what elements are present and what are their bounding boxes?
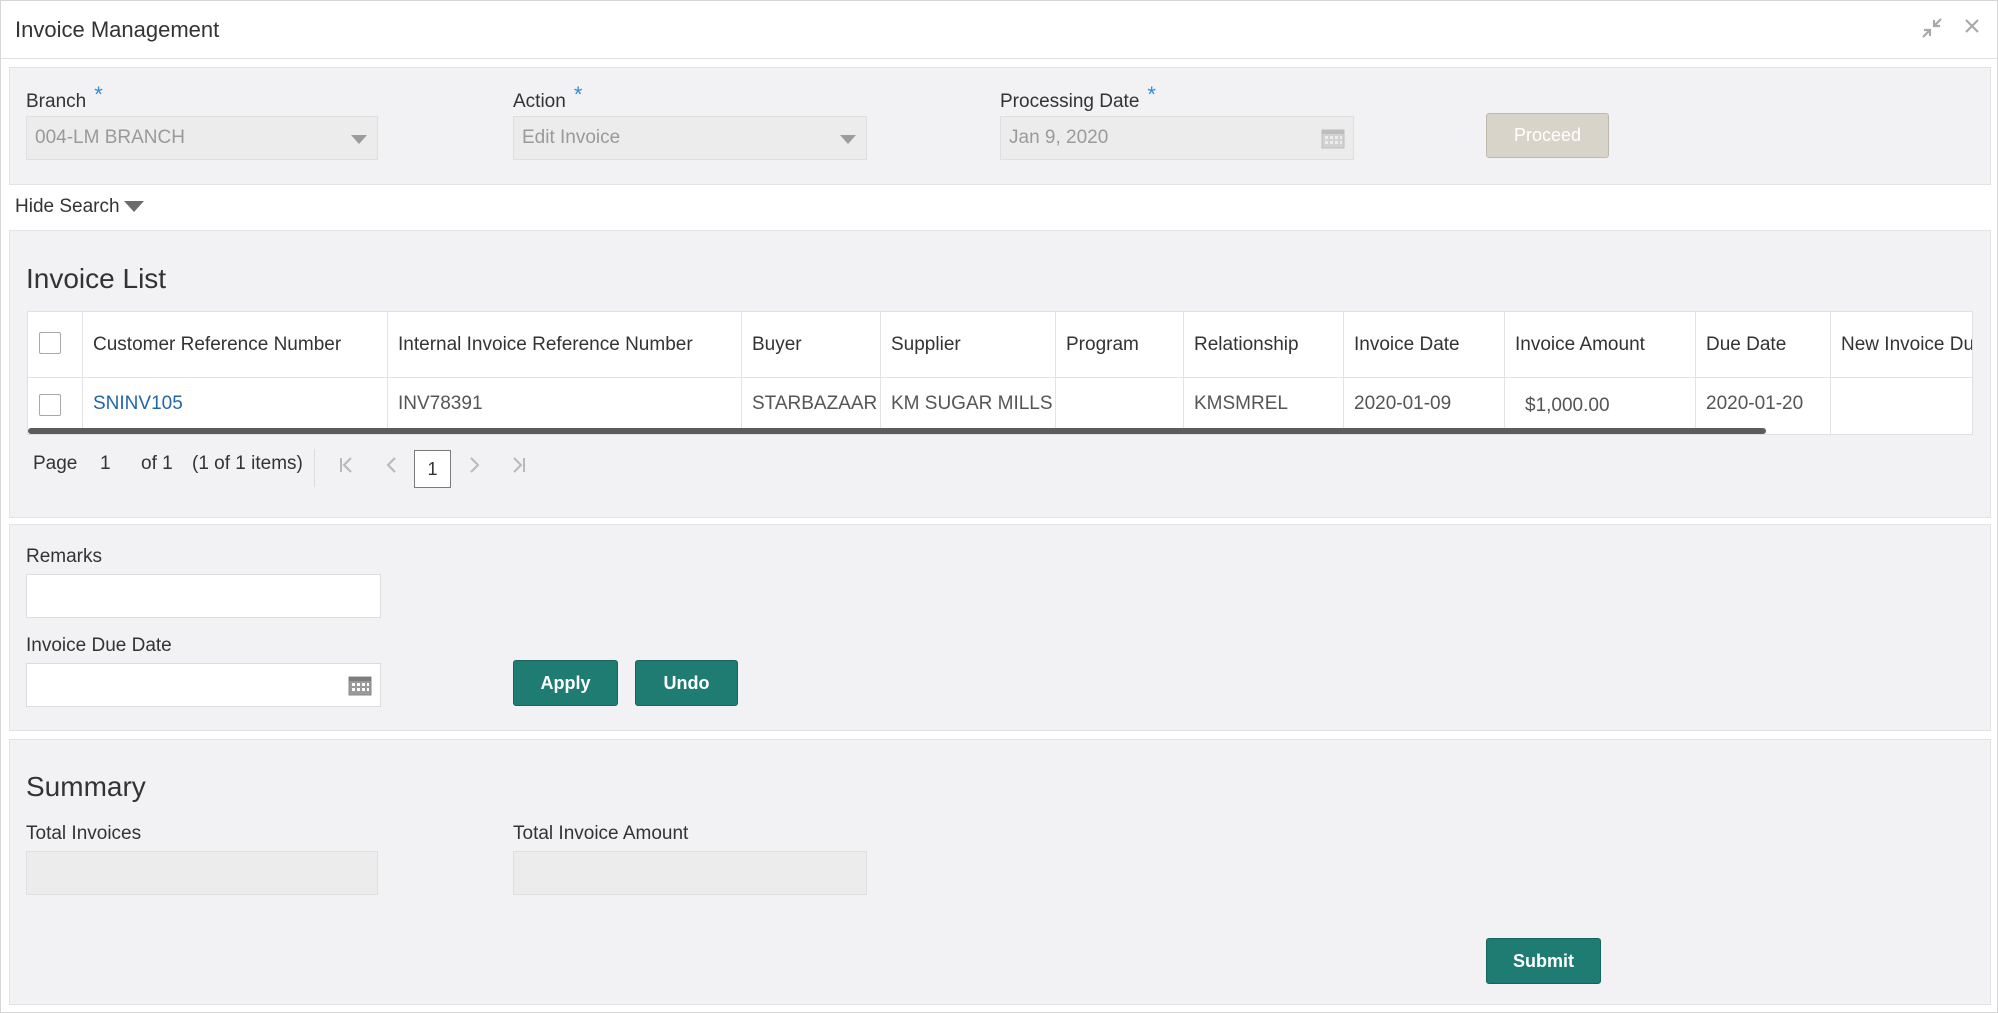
invoice-grid: Customer Reference Number Internal Invoi… xyxy=(27,311,1973,435)
table-row[interactable]: SNINV105 INV78391 STARBAZAAR KM SUGAR MI… xyxy=(28,378,1972,434)
column-header[interactable]: Invoice Amount xyxy=(1505,312,1696,377)
column-header[interactable]: Supplier xyxy=(881,312,1056,377)
submit-button[interactable]: Submit xyxy=(1486,938,1601,984)
close-icon[interactable] xyxy=(1959,16,1985,42)
column-header[interactable]: Internal Invoice Reference Number xyxy=(388,312,742,377)
select-all-cell xyxy=(28,312,83,377)
customer-ref-cell: SNINV105 xyxy=(83,378,388,434)
chevron-down-icon xyxy=(840,135,856,144)
branch-label: Branch * xyxy=(26,82,103,112)
invoice-due-date-field[interactable] xyxy=(26,663,381,707)
current-page-button[interactable]: 1 xyxy=(414,450,451,488)
invoice-amount-cell: $1,000.00 xyxy=(1505,378,1696,434)
remarks-input[interactable] xyxy=(26,574,381,618)
previous-page-icon[interactable] xyxy=(385,455,399,481)
invoice-due-date-label: Invoice Due Date xyxy=(26,635,172,656)
due-date-cell: 2020-01-20 xyxy=(1696,378,1831,434)
total-invoices-label: Total Invoices xyxy=(26,823,142,844)
column-header[interactable]: Program xyxy=(1056,312,1184,377)
processing-date-label: Processing Date * xyxy=(1000,82,1156,112)
action-select[interactable]: Edit Invoice xyxy=(513,116,867,160)
page-label: Page xyxy=(33,453,78,474)
window-title: Invoice Management xyxy=(15,17,220,42)
row-checkbox[interactable] xyxy=(39,394,61,416)
column-header[interactable]: Buyer xyxy=(742,312,881,377)
branch-select[interactable]: 004-LM BRANCH xyxy=(26,116,378,160)
customer-ref-link[interactable]: SNINV105 xyxy=(93,393,183,414)
pager-divider xyxy=(314,449,315,487)
buyer-cell: STARBAZAAR xyxy=(742,378,881,434)
chevron-down-icon xyxy=(351,135,367,144)
grid-header: Customer Reference Number Internal Invoi… xyxy=(28,312,1972,378)
column-header[interactable]: Due Date xyxy=(1696,312,1831,377)
program-cell xyxy=(1056,378,1184,434)
invoice-date-cell: 2020-01-09 xyxy=(1344,378,1505,434)
new-invoice-due-cell xyxy=(1831,378,1972,434)
proceed-button[interactable]: Proceed xyxy=(1486,113,1609,158)
summary-title: Summary xyxy=(26,771,146,802)
invoice-management-window: Invoice Management Branch * 004-LM BRANCH… xyxy=(0,0,1998,1013)
invoice-list-title: Invoice List xyxy=(26,263,167,294)
last-page-icon[interactable] xyxy=(511,455,527,481)
column-header[interactable]: New Invoice Du xyxy=(1831,312,1972,377)
page-of-label: of 1 xyxy=(141,453,173,474)
total-invoice-amount-field xyxy=(513,851,867,895)
select-all-checkbox[interactable] xyxy=(39,332,61,354)
apply-button[interactable]: Apply xyxy=(513,660,618,706)
column-header[interactable]: Relationship xyxy=(1184,312,1344,377)
title-bar: Invoice Management xyxy=(1,1,1997,59)
remarks-label: Remarks xyxy=(26,546,103,567)
items-count-label: (1 of 1 items) xyxy=(192,453,303,474)
internal-ref-cell: INV78391 xyxy=(388,378,742,434)
row-select-cell xyxy=(28,378,83,434)
page-number-input[interactable]: 1 xyxy=(100,453,111,475)
hide-search-toggle[interactable]: Hide Search xyxy=(15,196,144,218)
total-invoice-amount-label: Total Invoice Amount xyxy=(513,823,689,844)
total-invoices-field xyxy=(26,851,378,895)
calendar-icon xyxy=(1321,129,1345,149)
processing-date-field[interactable]: Jan 9, 2020 xyxy=(1000,116,1354,160)
column-header[interactable]: Invoice Date xyxy=(1344,312,1505,377)
supplier-cell: KM SUGAR MILLS xyxy=(881,378,1056,434)
undo-button[interactable]: Undo xyxy=(635,660,738,706)
caret-down-icon xyxy=(123,201,144,213)
horizontal-scrollbar[interactable] xyxy=(28,428,1766,434)
collapse-arrows-icon[interactable] xyxy=(1919,16,1945,42)
calendar-icon[interactable] xyxy=(348,674,372,696)
action-label: Action * xyxy=(513,82,583,112)
first-page-icon[interactable] xyxy=(338,455,354,481)
relationship-cell: KMSMREL xyxy=(1184,378,1344,434)
column-header[interactable]: Customer Reference Number xyxy=(83,312,388,377)
next-page-icon[interactable] xyxy=(467,455,481,481)
